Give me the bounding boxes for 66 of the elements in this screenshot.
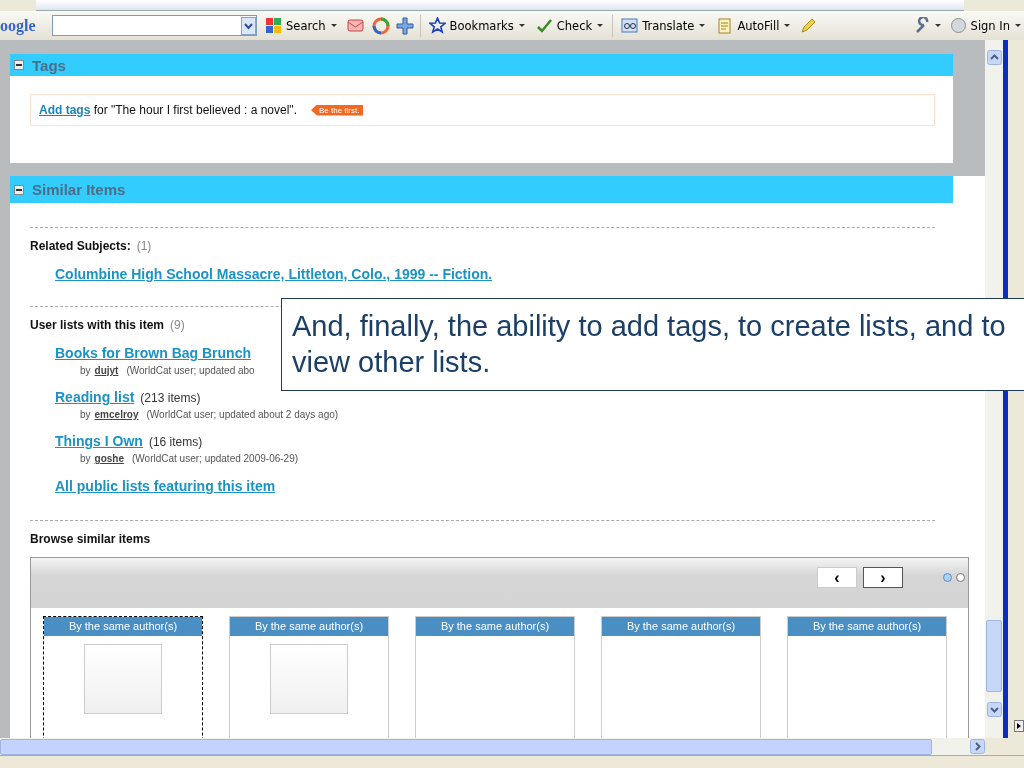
- toolbar-button[interactable]: Translate: [619, 17, 709, 34]
- section-label: User lists with this item: [30, 318, 165, 332]
- swirl-icon[interactable]: [371, 16, 390, 35]
- all-lists-link[interactable]: All public lists featuring this item: [55, 478, 276, 494]
- google-logo: oogle: [0, 16, 37, 35]
- user-link[interactable]: emcelroy: [94, 409, 139, 420]
- list-info: (WorldCat user; updated 2009-06-29): [132, 453, 299, 464]
- section-header[interactable]: Tags: [10, 54, 953, 76]
- translate-icon[interactable]: [621, 17, 639, 34]
- card-header: By the same author(s): [44, 617, 202, 636]
- list-link[interactable]: Books for Brown Bag Brunch: [55, 345, 251, 361]
- add-tags-link[interactable]: Add tags: [39, 103, 91, 117]
- next-button[interactable]: ›: [863, 567, 903, 588]
- windows-icon[interactable]: [265, 17, 282, 34]
- search-field[interactable]: [52, 15, 257, 36]
- card-header: By the same author(s): [602, 617, 760, 636]
- toolbar-button[interactable]: Search: [263, 17, 340, 34]
- item-card[interactable]: By the same author(s): [229, 616, 389, 738]
- caret-icon[interactable]: [783, 22, 792, 29]
- list-info: (WorldCat user; updated about 2 days ago): [146, 409, 339, 420]
- card-header: By the same author(s): [416, 617, 574, 636]
- by-label: by: [80, 365, 91, 376]
- plus-icon[interactable]: [395, 16, 414, 35]
- item-count: (16 items): [148, 435, 203, 449]
- section-label: Browse similar items: [30, 532, 152, 546]
- dropdown-icon[interactable]: [241, 16, 256, 35]
- collapse-icon[interactable]: [14, 60, 24, 70]
- user-link[interactable]: dujyt: [94, 365, 119, 376]
- be-first-badge: Be the first.: [310, 104, 364, 116]
- by-label: by: [80, 409, 91, 420]
- list-info: (WorldCat user; updated abo: [126, 365, 255, 376]
- right-arrow-icon[interactable]: [1014, 720, 1024, 732]
- subject-link[interactable]: Columbine High School Massacre, Littleton, Colo., 1999 -- Fiction.: [55, 266, 493, 282]
- pencil-icon[interactable]: [799, 16, 818, 35]
- tag-sentence: Add tags for "The hour I first believed : a novel".: [39, 103, 297, 117]
- card-header: By the same author(s): [788, 617, 946, 636]
- caret-icon[interactable]: [698, 22, 707, 29]
- toolbar-button[interactable]: Bookmarks: [426, 17, 528, 34]
- list-link[interactable]: Things I Own: [55, 433, 143, 449]
- caret-icon[interactable]: [596, 22, 605, 29]
- by-label: by: [80, 453, 91, 464]
- mail-icon[interactable]: [345, 17, 366, 34]
- item-card[interactable]: By the same author(s): [43, 616, 203, 738]
- scroll-thumb[interactable]: [986, 620, 1002, 692]
- caret-icon[interactable]: [329, 22, 338, 29]
- user-link[interactable]: goshe: [94, 453, 124, 464]
- caret-icon[interactable]: [1014, 22, 1022, 29]
- page-dot[interactable]: [956, 573, 965, 582]
- toolbar-button[interactable]: AutoFill: [714, 17, 794, 34]
- caret-icon[interactable]: [933, 22, 942, 29]
- section-label: Related Subjects:: [30, 239, 131, 253]
- card-header: By the same author(s): [230, 617, 388, 636]
- previous-button[interactable]: ‹: [817, 567, 857, 588]
- section-header[interactable]: Similar Items: [10, 176, 953, 203]
- toolbar-button[interactable]: Sign In: [947, 17, 1024, 34]
- item-count: (213 items): [140, 391, 201, 405]
- collapse-icon[interactable]: [14, 184, 24, 195]
- star-icon[interactable]: [428, 17, 446, 34]
- toolbar-button[interactable]: Check: [533, 17, 607, 34]
- list-link[interactable]: Reading list: [55, 389, 135, 405]
- caret-icon[interactable]: [517, 22, 526, 29]
- page-dot[interactable]: [943, 573, 952, 582]
- checkmark-icon[interactable]: [535, 17, 553, 34]
- callout-text: And, finally, the ability to add tags, to create lists, and to view other lists.: [281, 298, 1024, 391]
- item-count: (9): [170, 318, 185, 332]
- item-count: (1): [136, 239, 152, 253]
